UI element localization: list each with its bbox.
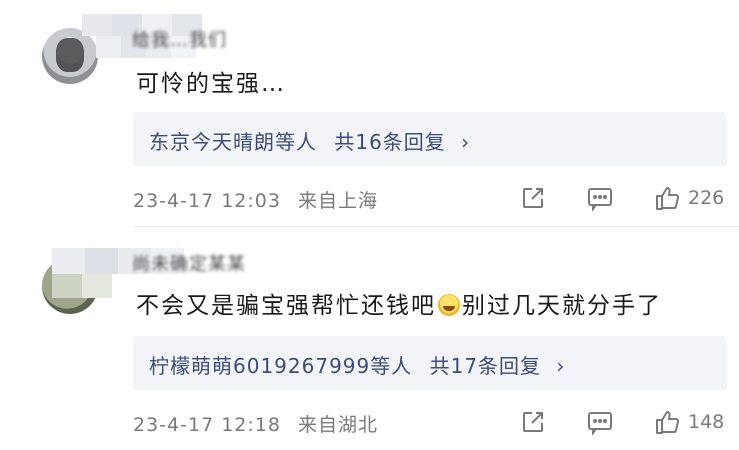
comment-meta: 23-4-17 12:18 来自湖北 bbox=[133, 410, 378, 437]
timestamp: 23-4-17 12:18 bbox=[133, 414, 281, 436]
thumbs-up-icon bbox=[656, 411, 680, 434]
laughing-emoji-icon bbox=[438, 294, 460, 316]
replies-names: 东京今天晴朗等人 bbox=[149, 130, 317, 154]
comment-text-main: 不会又是骗宝强帮忙还钱吧 bbox=[136, 293, 436, 319]
share-button[interactable] bbox=[520, 184, 546, 212]
avatar[interactable] bbox=[42, 28, 98, 84]
comment-item: 尚未确定某某 不会又是骗宝强帮忙还钱吧 别过几天就分手了 柠檬萌萌60192679… bbox=[0, 228, 739, 450]
like-button[interactable]: 148 bbox=[654, 408, 724, 436]
location: 来自湖北 bbox=[298, 414, 379, 436]
like-button[interactable]: 226 bbox=[654, 184, 724, 212]
timestamp: 23-4-17 12:03 bbox=[133, 190, 281, 212]
like-count: 226 bbox=[688, 187, 725, 209]
share-icon bbox=[523, 188, 543, 208]
replies-link[interactable]: 柠檬萌萌6019267999等人 共17条回复 › bbox=[149, 350, 565, 379]
comment-text-tail: 别过几天就分手了 bbox=[462, 293, 662, 319]
comment-icon bbox=[588, 188, 612, 211]
username[interactable]: 给我…我们 bbox=[132, 26, 227, 52]
replies-summary[interactable]: 东京今天晴朗等人 共16条回复 › bbox=[133, 112, 727, 166]
replies-summary[interactable]: 柠檬萌萌6019267999等人 共17条回复 › bbox=[133, 336, 727, 390]
replies-names: 柠檬萌萌6019267999等人 bbox=[149, 354, 413, 378]
thumbs-up-icon bbox=[656, 187, 680, 210]
like-count: 148 bbox=[688, 411, 725, 433]
replies-link[interactable]: 东京今天晴朗等人 共16条回复 › bbox=[149, 126, 470, 155]
comment-text: 不会又是骗宝强帮忙还钱吧 别过几天就分手了 bbox=[136, 286, 662, 320]
share-button[interactable] bbox=[520, 408, 546, 436]
comment-meta: 23-4-17 12:03 来自上海 bbox=[133, 186, 378, 213]
location: 来自上海 bbox=[298, 190, 379, 212]
username[interactable]: 尚未确定某某 bbox=[132, 250, 246, 276]
comment-item: 给我…我们 可怜的宝强… 东京今天晴朗等人 共16条回复 › 23-4-17 1… bbox=[0, 0, 739, 225]
chevron-right-icon: › bbox=[461, 130, 471, 154]
replies-count: 共16条回复 bbox=[334, 130, 446, 154]
comment-icon bbox=[588, 412, 612, 435]
comment-button[interactable] bbox=[586, 408, 614, 436]
comment-button[interactable] bbox=[586, 184, 614, 212]
share-icon bbox=[523, 412, 543, 432]
divider bbox=[133, 226, 739, 227]
comment-text: 可怜的宝强… bbox=[136, 64, 286, 98]
comment-text-main: 可怜的宝强… bbox=[136, 71, 286, 97]
replies-count: 共17条回复 bbox=[429, 354, 542, 378]
privacy-mosaic bbox=[52, 274, 112, 298]
chevron-right-icon: › bbox=[556, 354, 566, 378]
